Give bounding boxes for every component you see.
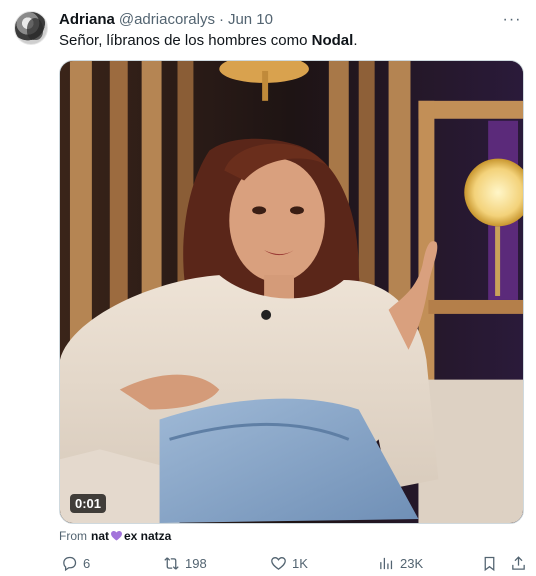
tweet-date[interactable]: Jun 10 [228,11,273,28]
video-player[interactable]: 0:01 [59,60,524,524]
source-account-link[interactable]: nat ex natza [91,529,171,543]
source-name-part2: ex natza [124,529,172,543]
tweet-text-mention[interactable]: Nodal [312,32,354,49]
tweet-text: Señor, líbranos de los hombres como Noda… [59,32,357,49]
reply-button[interactable]: 6 [61,553,90,573]
purple-heart-icon [111,531,122,541]
share-button[interactable] [510,553,527,573]
more-icon[interactable]: ··· [502,10,522,30]
views-count: 23K [400,555,424,571]
views-icon [380,557,393,569]
reply-icon [63,556,77,571]
like-button[interactable]: 1K [270,553,308,573]
action-bar: 6 198 1K 23K [59,553,527,575]
tweet-text-end: . [353,32,358,49]
video-frame [60,61,523,523]
bookmark-icon [484,556,495,571]
source-name-part1: nat [91,529,109,543]
author-name[interactable]: Adriana [59,11,115,28]
share-icon [512,555,525,570]
video-timestamp: 0:01 [70,494,107,513]
bookmark-button[interactable] [481,553,498,573]
separator-dot: · [218,11,224,28]
like-icon [271,556,286,570]
views-button[interactable]: 23K [378,553,423,573]
repost-button[interactable]: 198 [163,553,207,573]
avatar[interactable] [14,11,48,45]
repost-icon [164,556,179,570]
video-source: From nat ex natza [59,529,171,543]
tweet-card[interactable]: Adriana @adriacoralys · Jun 10 ··· Señor… [0,0,536,576]
source-prefix: From [59,529,87,543]
tweet-text-plain: Señor, líbranos de los hombres como [59,32,312,49]
tweet-header: Adriana @adriacoralys · Jun 10 [59,11,273,31]
repost-count: 198 [185,555,207,571]
reply-count: 6 [83,555,91,571]
like-count: 1K [292,555,308,571]
author-handle[interactable]: @adriacoralys [119,11,215,28]
